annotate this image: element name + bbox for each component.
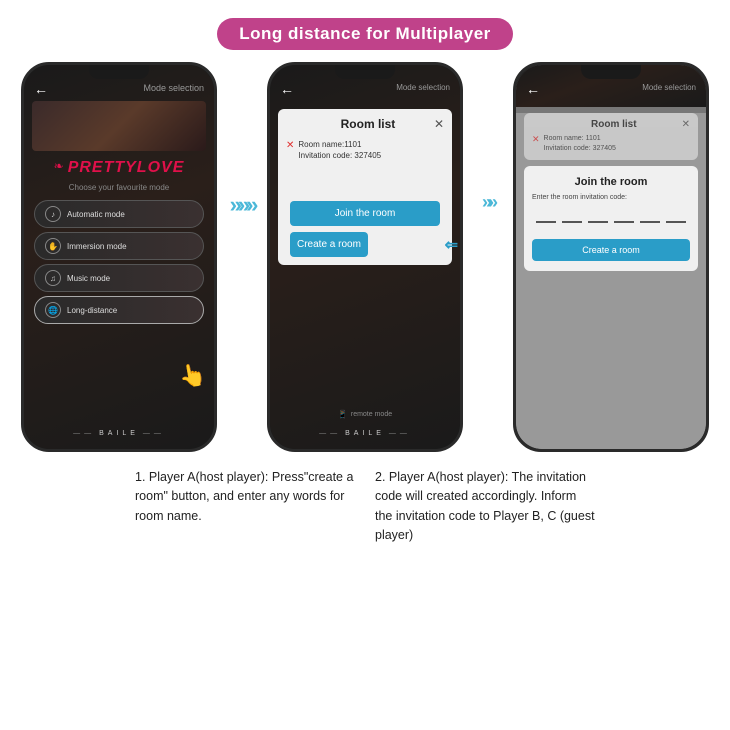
join-label: Enter the room invitation code:: [532, 194, 690, 201]
desc-text-2: 2. Player A(host player): The invitation…: [375, 470, 595, 542]
phone-3-room-info: Room name: 1101 Invitation code: 327405: [544, 134, 616, 154]
phone-3-screen: ← Mode selection Room list ✕ ✕ Room name…: [516, 65, 706, 449]
phone-3-room-name: Room name: 1101: [544, 134, 616, 144]
phone-1-banner: [32, 101, 206, 151]
phone-3-top-dialog-header: Room list ✕: [532, 119, 690, 130]
room-buttons: Join the room Create a room ⇐: [286, 201, 444, 257]
phone-3-x-icon: ✕: [532, 134, 540, 154]
phone-3-roomlist-title: Room list: [591, 119, 637, 130]
code-dash-6: [666, 209, 686, 223]
mode-immersion[interactable]: ✋ Immersion mode: [34, 232, 204, 260]
phone-2-back-arrow[interactable]: ←: [280, 81, 294, 97]
phone-3-overlay: Room list ✕ ✕ Room name: 1101 Invitation…: [516, 113, 706, 449]
music-icon: ♫: [45, 270, 61, 286]
phone-2-screen: ← Mode selection Room list ✕ ✕ Room name…: [270, 65, 460, 449]
desc-text-1: 1. Player A(host player): Press"create a…: [135, 470, 353, 523]
arrow-chevrons-1: »»»: [230, 192, 255, 218]
longdistance-icon: 🌐: [45, 302, 61, 318]
automatic-icon: ♪: [45, 206, 61, 222]
room-name: Room name:1101: [298, 139, 381, 150]
mode-longdistance[interactable]: 🌐 Long-distance: [34, 296, 204, 324]
immersion-label: Immersion mode: [67, 242, 127, 251]
create-room-row: Create a room ⇐: [290, 232, 440, 257]
desc-block-1: 1. Player A(host player): Press"create a…: [135, 468, 355, 546]
phone-3-mode-label: Mode selection: [642, 83, 696, 92]
music-label: Music mode: [67, 274, 110, 283]
arrow-chevrons-2: »»: [482, 192, 494, 213]
phone-3-close-btn[interactable]: ✕: [682, 119, 690, 130]
room-info: Room name:1101 Invitation code: 327405: [298, 139, 381, 161]
title-badge: Long distance for Multiplayer: [217, 18, 513, 50]
phone-1-screen: ← Mode selection ❧ PRETTYLOVE Choose you…: [24, 65, 214, 449]
arrow-1: »»»: [217, 192, 267, 218]
phone-3-room-entry: ✕ Room name: 1101 Invitation code: 32740…: [532, 134, 690, 154]
title-text: Long distance for Multiplayer: [239, 24, 491, 43]
longdistance-label: Long-distance: [67, 306, 117, 315]
desc-block-2: 2. Player A(host player): The invitation…: [375, 468, 595, 546]
join-room-dialog: Join the room Enter the room invitation …: [524, 166, 698, 271]
logo-icon: ❧: [54, 159, 64, 177]
logo-text: PRETTYLOVE: [68, 159, 185, 177]
mode-music[interactable]: ♫ Music mode: [34, 264, 204, 292]
phone-2-remote-label: 📱 remote mode: [270, 410, 460, 419]
phone-3-invitation-code: Invitation code: 327405: [544, 144, 616, 154]
room-list-title: Room list: [302, 117, 434, 131]
phone-3: ← Mode selection Room list ✕ ✕ Room name…: [513, 62, 709, 452]
remote-icon-2: 📱: [338, 410, 348, 419]
automatic-label: Automatic mode: [67, 210, 125, 219]
phone-3-create-btn[interactable]: Create a room: [532, 239, 690, 261]
room-list-close-btn[interactable]: ✕: [434, 117, 444, 131]
phone-2-footer: BAILE: [270, 430, 460, 437]
room-x-icon: ✕: [286, 140, 294, 151]
phone-1-logo: ❧ PRETTYLOVE: [24, 159, 214, 177]
phone-3-top-dialog: Room list ✕ ✕ Room name: 1101 Invitation…: [524, 113, 698, 160]
code-input-row: [532, 209, 690, 223]
code-dash-1: [536, 209, 556, 223]
phone-2-remote-bar: 📱 remote mode: [270, 410, 460, 419]
phone-3-back-arrow[interactable]: ←: [526, 81, 540, 97]
code-dash-4: [614, 209, 634, 223]
phone-1-footer: BAILE: [24, 430, 214, 437]
create-arrow-icon: ⇐: [445, 235, 458, 255]
phone-1: ← Mode selection ❧ PRETTYLOVE Choose you…: [21, 62, 217, 452]
join-room-btn[interactable]: Join the room: [290, 201, 440, 226]
phone-1-subtitle: Choose your favourite mode: [24, 183, 214, 192]
code-dash-3: [588, 209, 608, 223]
phones-row: ← Mode selection ❧ PRETTYLOVE Choose you…: [0, 62, 730, 452]
room-entry: ✕ Room name:1101 Invitation code: 327405: [286, 139, 444, 161]
arrow-2: »»: [463, 192, 513, 213]
phone-1-notch: [89, 65, 149, 79]
hand-pointer: 👆: [177, 361, 209, 391]
mode-automatic[interactable]: ♪ Automatic mode: [34, 200, 204, 228]
phone-3-notch: [581, 65, 641, 79]
description-row: 1. Player A(host player): Press"create a…: [0, 452, 730, 546]
code-dash-2: [562, 209, 582, 223]
phone-1-mode-label: Mode selection: [143, 83, 204, 93]
code-dash-5: [640, 209, 660, 223]
room-list-header: Room list ✕: [286, 117, 444, 131]
phone-1-back-arrow[interactable]: ←: [34, 81, 48, 97]
create-room-btn[interactable]: Create a room: [290, 232, 368, 257]
phone-2: ← Mode selection Room list ✕ ✕ Room name…: [267, 62, 463, 452]
phone-2-notch: [335, 65, 395, 79]
title-section: Long distance for Multiplayer: [0, 0, 730, 50]
phone-2-mode-label: Mode selection: [396, 83, 450, 92]
join-room-title: Join the room: [532, 176, 690, 188]
room-list-dialog: Room list ✕ ✕ Room name:1101 Invitation …: [278, 109, 452, 265]
immersion-icon: ✋: [45, 238, 61, 254]
invitation-code: Invitation code: 327405: [298, 150, 381, 161]
